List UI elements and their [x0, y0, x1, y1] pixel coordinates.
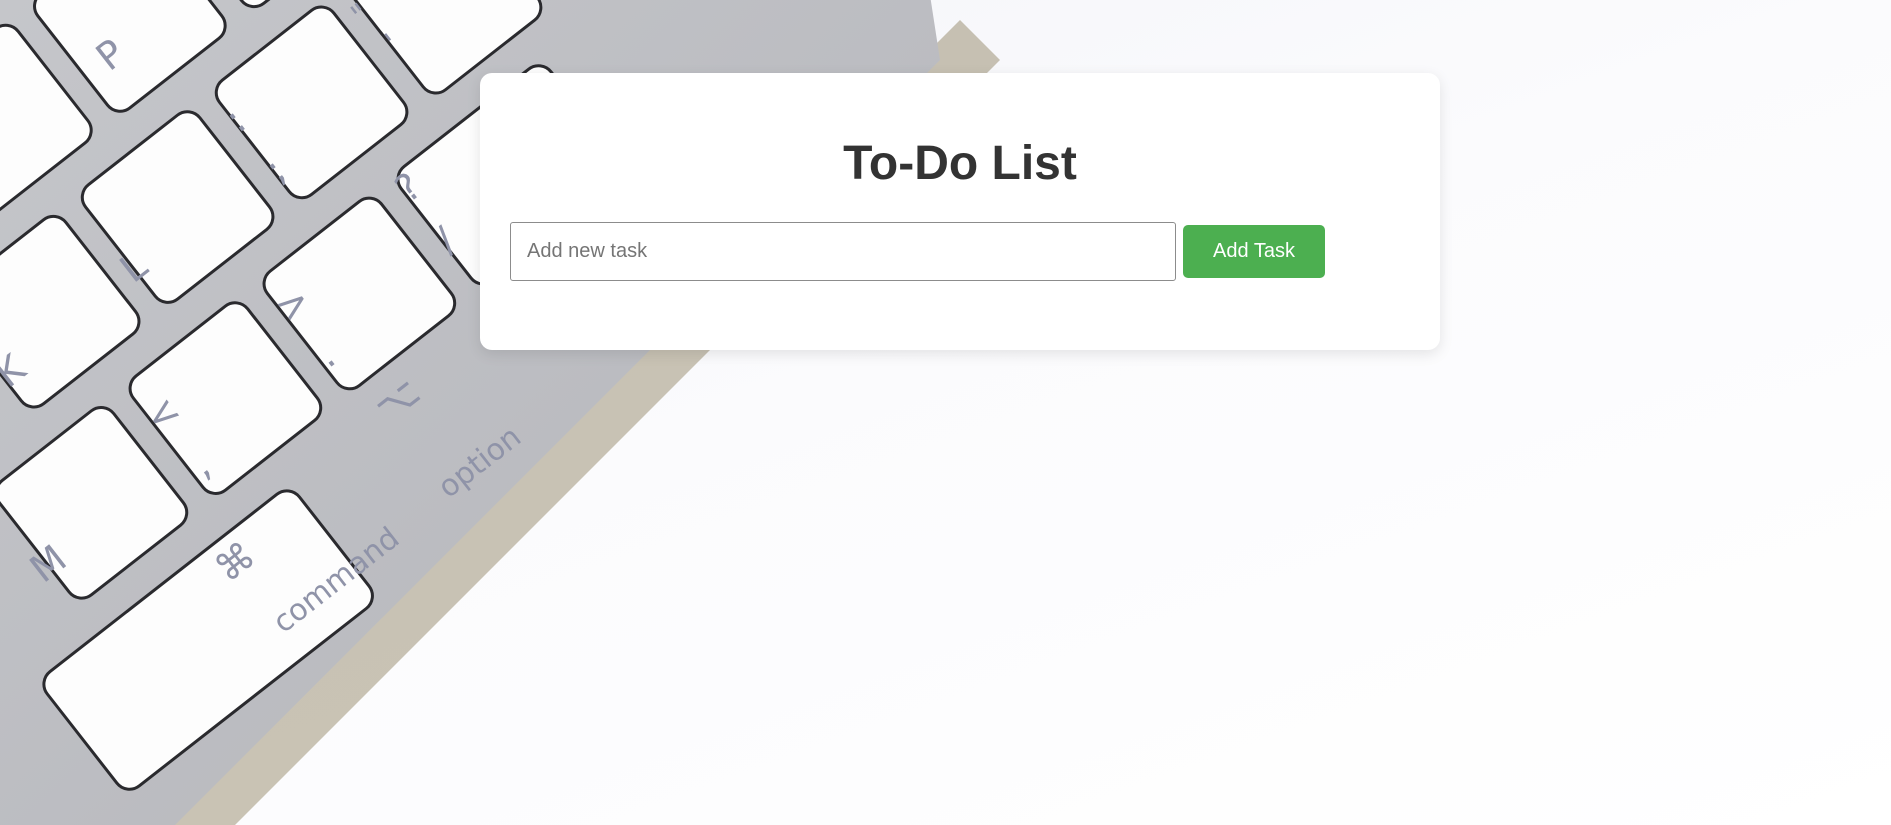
new-task-input[interactable] — [510, 222, 1176, 281]
add-task-button[interactable]: Add Task — [1183, 225, 1325, 278]
todo-card: To-Do List Add Task — [480, 73, 1440, 350]
page-title: To-Do List — [843, 137, 1077, 190]
